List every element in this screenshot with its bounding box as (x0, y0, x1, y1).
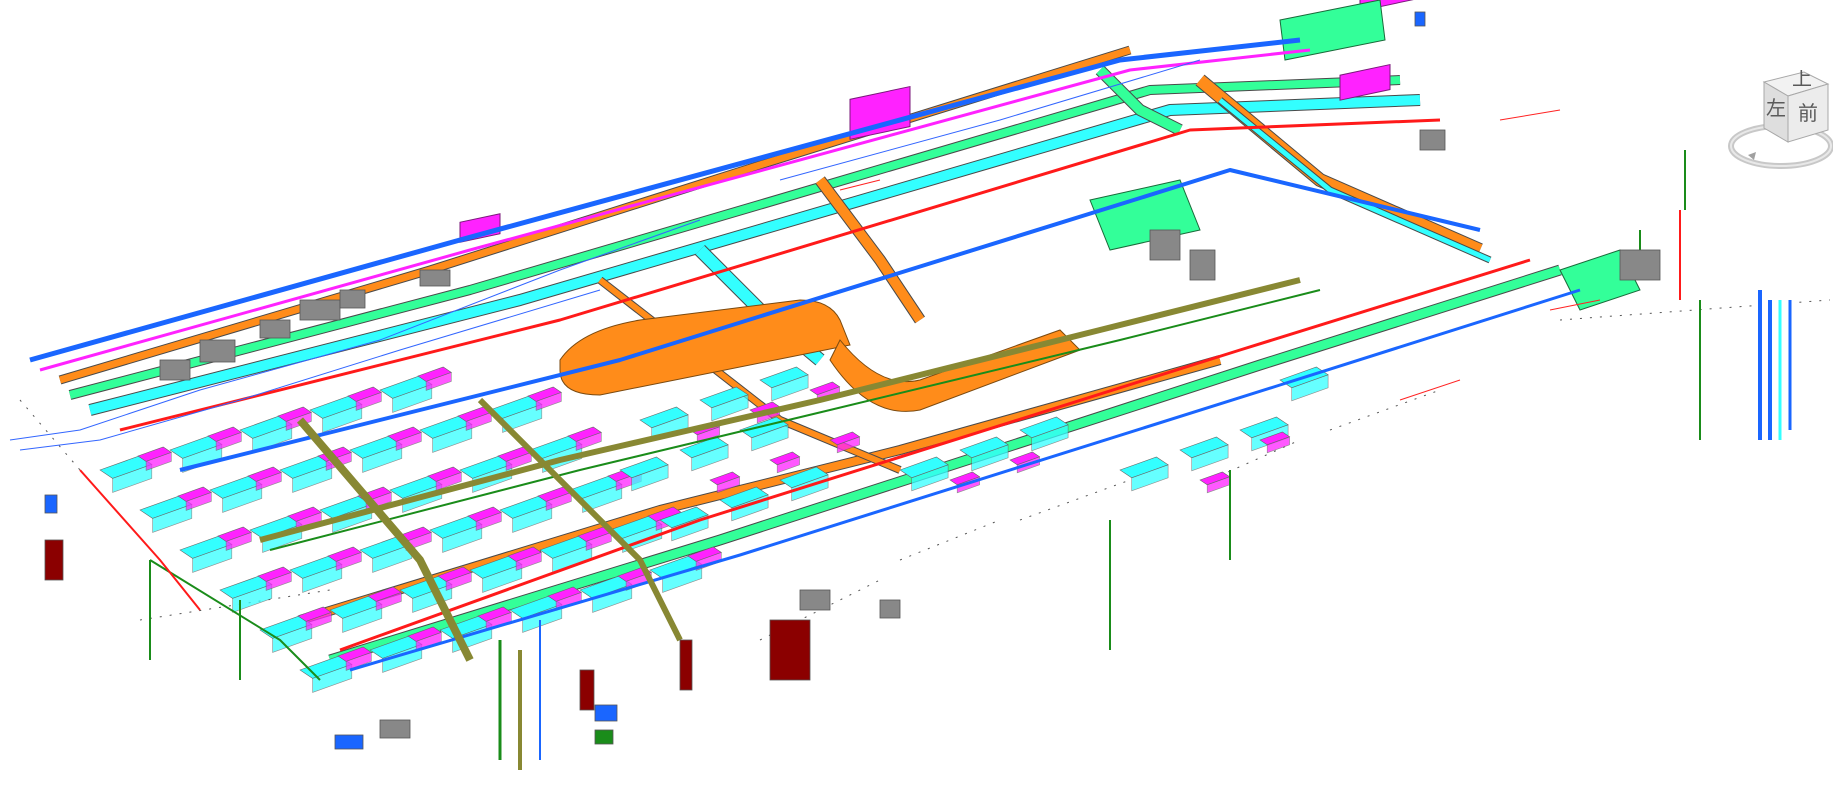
exhaust-plenum (1089, 179, 1201, 251)
cube-front-label[interactable]: 前 (1798, 101, 1818, 125)
mechanical-equipment (799, 589, 831, 611)
sprinkler-branch (1399, 379, 1461, 401)
fire-hydrant-box (769, 619, 811, 681)
mechanical-equipment (299, 299, 341, 321)
grid-dash (899, 519, 1001, 561)
grid-dash (1329, 389, 1441, 431)
view-cube-icon[interactable]: 上 左 前 (1762, 70, 1830, 143)
fire-hydrant-box (44, 539, 64, 581)
terminal-box (44, 494, 58, 514)
mechanical-equipment (199, 339, 236, 363)
mechanical-equipment (1619, 249, 1661, 281)
grid-dash (19, 399, 81, 471)
mechanical-equipment (379, 719, 411, 739)
fire-hydrant-box (679, 639, 693, 691)
view-cube[interactable]: 上 左 前 (1726, 70, 1833, 180)
terminal-box (594, 729, 614, 745)
mep-model-canvas[interactable] (0, 0, 1833, 789)
cube-left-label[interactable]: 左 (1766, 96, 1786, 120)
mechanical-equipment (879, 599, 901, 619)
terminal-box (334, 734, 364, 750)
grid-dash (1019, 479, 1131, 521)
mechanical-equipment (1189, 249, 1216, 281)
mechanical-equipment (159, 359, 191, 381)
terminal-box (594, 704, 618, 722)
fire-hydrant-box (579, 669, 595, 711)
mechanical-equipment (339, 289, 366, 309)
terminal-box (1414, 11, 1426, 27)
mechanical-equipment (1149, 229, 1181, 261)
cube-top-label[interactable]: 上 (1792, 70, 1812, 90)
sprinkler-branch (1499, 109, 1561, 121)
mechanical-equipment (419, 269, 451, 287)
mechanical-equipment (259, 319, 291, 339)
model-viewport[interactable] (0, 0, 1833, 789)
air-handling-unit (1339, 63, 1391, 101)
mechanical-equipment (1419, 129, 1446, 151)
fire-cross (79, 469, 201, 611)
